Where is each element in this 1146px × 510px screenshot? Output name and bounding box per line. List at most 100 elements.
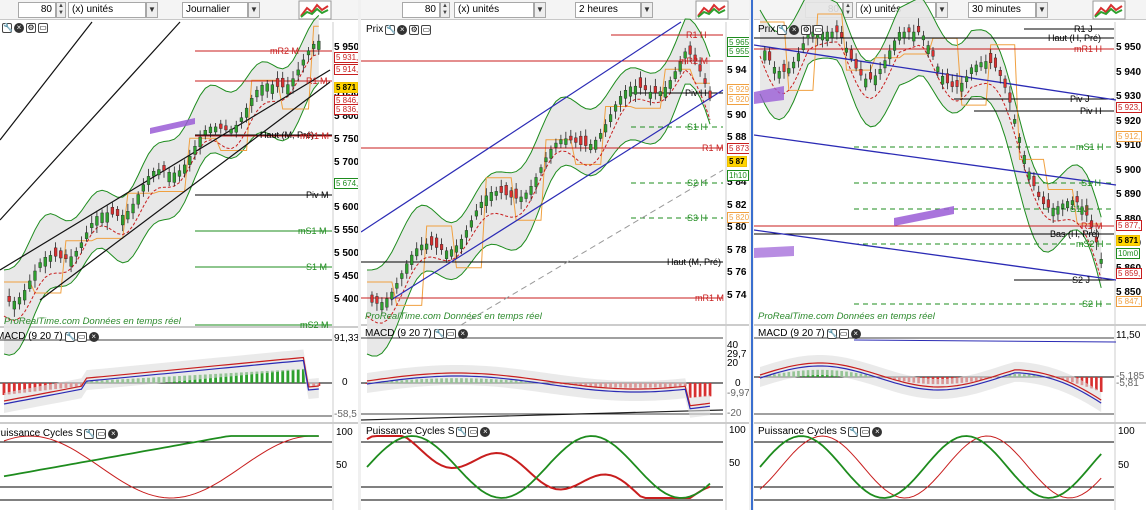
macd-axis-label: 20 bbox=[727, 358, 739, 369]
window-icon[interactable]: ▭ bbox=[76, 331, 87, 342]
wrench-icon[interactable]: 🔧 bbox=[385, 24, 396, 35]
wrench-icon[interactable]: 🔧 bbox=[826, 328, 838, 339]
candle bbox=[529, 186, 533, 195]
candle bbox=[38, 262, 42, 268]
close-icon[interactable]: × bbox=[108, 428, 119, 439]
candle bbox=[993, 57, 997, 68]
candle bbox=[494, 191, 498, 196]
candle bbox=[375, 296, 379, 304]
price-axis-label: 5 920 bbox=[1116, 115, 1142, 127]
candle bbox=[830, 31, 834, 38]
cycles-axis-label: 100 bbox=[336, 427, 353, 438]
window-icon[interactable]: ▭ bbox=[813, 24, 824, 35]
candle bbox=[623, 90, 628, 99]
candle bbox=[469, 220, 473, 228]
price-axis-label: 5 700 bbox=[334, 156, 358, 168]
candle bbox=[265, 83, 269, 92]
candle bbox=[579, 135, 583, 145]
candle bbox=[539, 167, 543, 173]
close-icon[interactable]: × bbox=[872, 426, 883, 437]
cycles-panel-header: Puissance Cycles S 🔧 ▭ × bbox=[0, 428, 119, 439]
candle bbox=[1066, 201, 1070, 209]
close-icon[interactable]: × bbox=[480, 426, 491, 437]
candle bbox=[618, 96, 623, 105]
pivot-level-label: S1 H bbox=[687, 122, 708, 132]
price-tag: 5 820 bbox=[727, 212, 749, 223]
pivot-level-label: mS1 H bbox=[1076, 142, 1104, 152]
close-icon[interactable]: × bbox=[397, 24, 408, 35]
window-icon[interactable]: ▭ bbox=[838, 328, 849, 339]
close-icon[interactable]: × bbox=[789, 24, 800, 35]
price-title: Prix bbox=[758, 24, 776, 35]
candle bbox=[64, 254, 68, 259]
candle bbox=[574, 137, 578, 143]
candle bbox=[965, 76, 969, 83]
macd-axis-label: -5,81 bbox=[1116, 378, 1139, 389]
candle bbox=[188, 156, 192, 165]
candle bbox=[926, 45, 930, 55]
window-icon[interactable]: ▭ bbox=[96, 428, 107, 439]
price-tag: 5 912, bbox=[1116, 131, 1143, 142]
cycles-green-line bbox=[759, 435, 1102, 499]
pivot-level-label: S2 H bbox=[687, 178, 708, 188]
close-icon[interactable]: × bbox=[457, 328, 468, 339]
candle bbox=[878, 69, 882, 75]
cycles-panel-header: Puissance Cycles S 🔧 ▭ × bbox=[758, 426, 883, 437]
price-axis-label: 5 950 bbox=[1116, 42, 1142, 53]
price-axis-label: 5 78 bbox=[727, 244, 747, 256]
candle bbox=[708, 90, 712, 99]
wrench-icon[interactable]: 🔧 bbox=[433, 328, 445, 339]
pane-splitter[interactable] bbox=[751, 0, 753, 510]
window-icon[interactable]: ▭ bbox=[421, 24, 432, 35]
candle bbox=[668, 80, 672, 89]
cycles-axis-label: 50 bbox=[336, 460, 348, 471]
wrench-icon[interactable]: 🔧 bbox=[64, 331, 76, 342]
settings-icon[interactable]: ⚙ bbox=[409, 24, 420, 35]
candle bbox=[244, 107, 249, 118]
close-icon[interactable]: × bbox=[850, 328, 861, 339]
close-icon[interactable]: × bbox=[88, 331, 99, 342]
pivot-level-label: S1 H bbox=[1081, 178, 1102, 188]
candle bbox=[979, 62, 983, 68]
candle bbox=[854, 58, 858, 69]
window-icon[interactable]: ▭ bbox=[445, 328, 456, 339]
candle bbox=[43, 257, 47, 267]
candle bbox=[317, 40, 321, 50]
settings-icon[interactable]: ⚙ bbox=[801, 24, 812, 35]
wrench-icon[interactable]: 🔧 bbox=[456, 426, 467, 437]
candle bbox=[53, 247, 58, 257]
candle bbox=[33, 270, 37, 281]
candle bbox=[152, 171, 156, 177]
price-tag: 5 877, bbox=[1116, 220, 1143, 231]
close-icon[interactable]: × bbox=[14, 23, 24, 33]
candle bbox=[594, 139, 598, 150]
window-icon[interactable]: ▭ bbox=[860, 426, 871, 437]
candle bbox=[772, 67, 776, 74]
window-icon[interactable]: ▭ bbox=[38, 23, 48, 33]
candle bbox=[301, 59, 305, 66]
wrench-icon[interactable]: 🔧 bbox=[848, 426, 859, 437]
wrench-icon[interactable]: 🔧 bbox=[2, 23, 13, 33]
wrench-icon[interactable]: 🔧 bbox=[84, 428, 95, 439]
candle bbox=[984, 61, 988, 69]
chart-pane-2h[interactable]: 80 ▲ ▼ (x) unités ▼ 2 heures ▼ Prix 🔧 × ⚙ ▭ … bbox=[361, 0, 749, 510]
chart-pane-daily[interactable]: 80 ▲ ▼ (x) unités ▼ Journalier ▼ 🔧 × ⚙ ▭ mR2… bbox=[0, 0, 358, 510]
candle bbox=[883, 60, 887, 69]
price-axis-label: 5 76 bbox=[727, 267, 747, 278]
macd-panel-header: MACD (9 20 7) 🔧 ▭ × bbox=[365, 328, 468, 339]
pivot-level-label: Piv M bbox=[306, 190, 329, 200]
macd-axis-label: 0 bbox=[342, 377, 348, 388]
price-panel-header: 🔧 × ⚙ ▭ bbox=[2, 23, 48, 33]
candle bbox=[787, 68, 791, 74]
window-icon[interactable]: ▭ bbox=[468, 426, 479, 437]
candle bbox=[415, 248, 419, 257]
settings-icon[interactable]: ⚙ bbox=[26, 23, 36, 33]
chart-pane-30m[interactable]: 80 ▲▼ (x) unités ▼ 30 minutes ▼ Prix 🔧×⚙… bbox=[754, 0, 1146, 510]
wrench-icon[interactable]: 🔧 bbox=[777, 24, 788, 35]
candle bbox=[177, 170, 182, 177]
candle bbox=[688, 45, 692, 55]
price-tag: 5 871 bbox=[1116, 235, 1141, 246]
candle bbox=[425, 243, 429, 250]
candle bbox=[183, 164, 187, 174]
macd-trend-line bbox=[853, 339, 1117, 343]
